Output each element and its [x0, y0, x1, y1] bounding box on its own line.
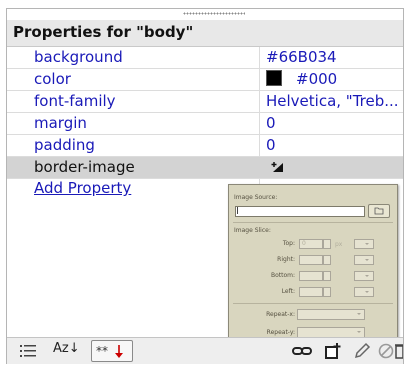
text-caret [237, 207, 238, 214]
repeat-y-label: Repeat-y: [266, 329, 295, 336]
property-value[interactable]: 0 [266, 136, 403, 154]
slice-top-stepper[interactable] [323, 239, 331, 249]
image-slice-label: Image Slice: [234, 227, 271, 234]
property-list: background #66B034 color #000 font-famil… [7, 47, 403, 179]
panel-toolbar: Az↓ ** [7, 337, 403, 364]
slice-left-unit-dropdown[interactable] [354, 287, 374, 297]
property-row-color[interactable]: color #000 [7, 69, 403, 91]
slice-left-label: Left: [281, 288, 295, 295]
slice-right-stepper[interactable] [323, 255, 331, 265]
alpha-sort-icon[interactable]: Az↓ [53, 341, 80, 359]
slice-top-unit-dropdown[interactable] [354, 239, 374, 249]
css-properties-panel: Properties for "body" background #66B034… [6, 8, 404, 364]
show-set-properties-button[interactable]: ** [91, 340, 133, 362]
property-name[interactable]: margin [34, 114, 87, 132]
panel-title: Properties for "body" [13, 23, 194, 41]
property-name[interactable]: padding [34, 136, 95, 154]
property-value[interactable]: #66B034 [266, 48, 403, 66]
slice-bottom-label: Bottom: [270, 272, 295, 279]
repeat-x-label: Repeat-x: [266, 311, 295, 318]
property-row-padding[interactable]: padding 0 [7, 135, 403, 157]
property-value[interactable]: 0 [266, 114, 403, 132]
slice-right-unit-dropdown[interactable] [354, 255, 374, 265]
panel-grip[interactable] [183, 12, 245, 15]
property-value[interactable]: Helvetica, "Treb... [266, 92, 403, 110]
slice-bottom-stepper[interactable] [323, 271, 331, 281]
image-source-label: Image Source: [234, 194, 278, 201]
property-row-border-image[interactable]: border-image [7, 157, 403, 179]
popup-separator [233, 303, 393, 304]
folder-icon [374, 207, 384, 215]
slice-unit: px [335, 241, 343, 248]
property-name[interactable]: font-family [34, 92, 116, 110]
browse-folder-button[interactable] [368, 204, 390, 218]
color-swatch[interactable] [266, 70, 282, 86]
border-image-popup: Image Source: Image Slice: Top: 0 px Rig… [228, 184, 398, 354]
property-name[interactable]: border-image [34, 158, 135, 176]
property-name[interactable]: background [34, 48, 123, 66]
category-view-icon[interactable] [19, 342, 41, 360]
color-value-text: #000 [296, 70, 338, 88]
popup-separator [233, 222, 393, 223]
slice-right-label: Right: [277, 256, 295, 263]
image-source-input[interactable] [235, 206, 365, 217]
property-row-margin[interactable]: margin 0 [7, 113, 403, 135]
slice-right-input[interactable] [299, 255, 323, 265]
slice-top-label: Top: [282, 240, 295, 247]
panel-header: Properties for "body" [7, 20, 403, 47]
slice-bottom-input[interactable] [299, 271, 323, 281]
slice-top-input[interactable]: 0 [299, 239, 323, 249]
add-property-link[interactable]: Add Property [34, 179, 131, 197]
property-value[interactable]: #000 [266, 70, 403, 88]
slice-left-stepper[interactable] [323, 287, 331, 297]
slice-left-input[interactable] [299, 287, 323, 297]
slice-bottom-unit-dropdown[interactable] [354, 271, 374, 281]
border-image-editor-icon[interactable] [271, 160, 285, 174]
link-icon[interactable] [291, 342, 313, 360]
new-rule-icon[interactable] [323, 342, 343, 360]
svg-text:**: ** [96, 344, 108, 358]
delete-icon[interactable] [395, 342, 403, 360]
property-row-background[interactable]: background #66B034 [7, 47, 403, 69]
show-set-icon: ** [96, 344, 123, 358]
disable-icon[interactable] [377, 342, 395, 360]
repeat-x-dropdown[interactable] [297, 309, 365, 320]
property-name[interactable]: color [34, 70, 71, 88]
property-row-font-family[interactable]: font-family Helvetica, "Treb... [7, 91, 403, 113]
edit-pencil-icon[interactable] [353, 342, 371, 360]
